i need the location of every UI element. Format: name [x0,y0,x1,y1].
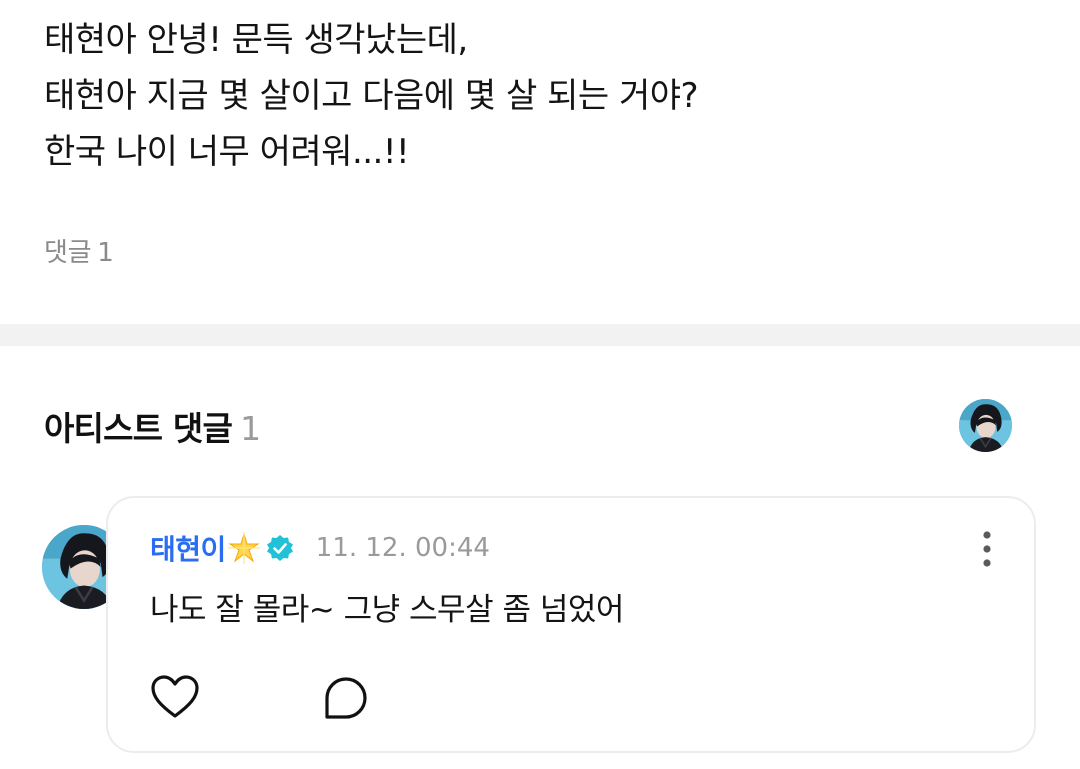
comment-timestamp: 11. 12. 00:44 [315,533,490,563]
like-heart-icon[interactable] [150,674,200,720]
sparkle-star-icon [227,532,260,564]
comment-text: 나도 잘 몰라~ 그냥 스무살 좀 넘었어 [150,592,624,628]
reply-bubble-icon[interactable] [324,676,368,720]
artist-comments-title: 아티스트 댓글 [44,409,233,448]
artist-comments-header: 아티스트 댓글 1 [44,402,261,450]
more-options-icon[interactable] [978,530,996,568]
section-divider [0,324,1080,346]
post-line: 태현아 안녕! 문득 생각났는데, [44,20,468,60]
artist-comment-card: 태현이 11. 12. 00:44 나도 잘 몰라~ 그냥 스무살 좀 넘었어 [106,496,1036,753]
artist-avatar[interactable] [959,399,1012,452]
comment-meta: 태현이 11. 12. 00:44 [150,528,490,568]
comment-count-label: 댓글 [44,238,92,268]
artist-avatar-image [959,399,1012,452]
comment-count-number: 1 [97,238,114,268]
comment-author-name[interactable]: 태현이 [150,528,226,568]
verified-check-icon [266,534,294,562]
post-body: 태현아 안녕! 문득 생각났는데, 태현아 지금 몇 살이고 다음에 몇 살 되… [44,12,1044,180]
artist-comments-count: 1 [240,409,261,448]
post-line: 한국 나이 너무 어려워...!! [44,132,410,172]
fan-post-screen: 태현아 안녕! 문득 생각났는데, 태현아 지금 몇 살이고 다음에 몇 살 되… [0,0,1080,769]
post-line: 태현아 지금 몇 살이고 다음에 몇 살 되는 거야? [44,76,699,116]
comment-count-link[interactable]: 댓글 1 [44,232,114,269]
